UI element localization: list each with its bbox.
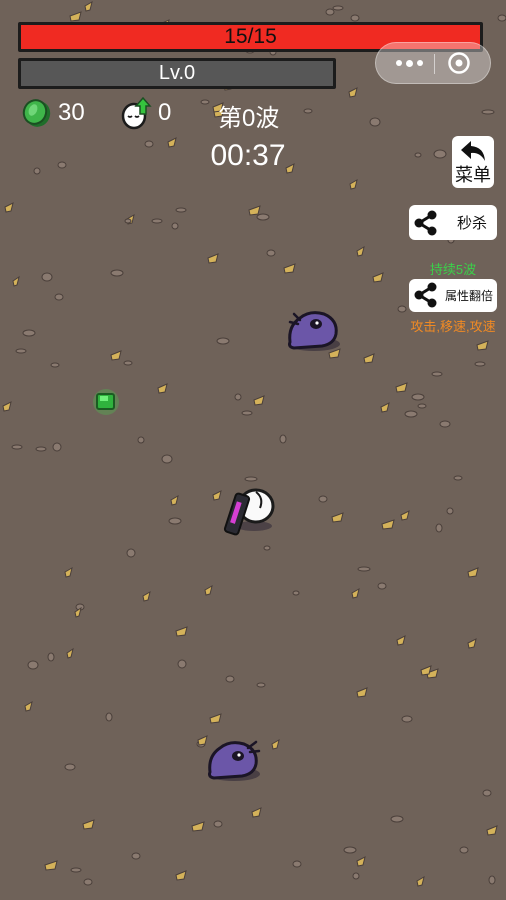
pebble <box>431 371 443 377</box>
pebble <box>439 420 451 428</box>
more-dot-icon <box>395 60 402 66</box>
pebble <box>482 789 492 797</box>
pebble <box>64 763 76 771</box>
pebble <box>263 545 271 551</box>
pebble <box>41 272 53 282</box>
pebble <box>256 682 266 688</box>
more-dot-icon <box>416 60 423 66</box>
pebble <box>52 442 62 452</box>
level-text: Lv.0 <box>158 62 196 84</box>
green-coin-icon <box>22 99 51 127</box>
pebble <box>474 361 486 367</box>
attribute-double-button[interactable]: 属性翻倍 <box>409 279 497 312</box>
coin-counter: 30 <box>22 96 85 130</box>
pebble <box>435 523 443 533</box>
experience-gem <box>93 389 119 415</box>
experience-bar: Lv.0 <box>18 58 336 89</box>
wave-label: 第0波 <box>218 105 280 132</box>
pebble <box>318 495 328 503</box>
pebble <box>352 872 360 880</box>
pebble <box>401 715 413 723</box>
share-icon <box>414 282 437 308</box>
pebble <box>47 652 55 662</box>
pebble <box>35 446 47 452</box>
pebble <box>234 393 242 401</box>
pebble <box>292 590 300 596</box>
pebble <box>213 820 223 828</box>
more-options-button[interactable] <box>386 43 432 83</box>
pebble <box>126 548 136 558</box>
pebble <box>177 659 187 669</box>
pebble <box>417 403 427 409</box>
pebble <box>123 360 133 366</box>
pebble <box>131 852 141 860</box>
attribute-note: 攻击,移速,攻速 <box>410 319 496 334</box>
pebble <box>15 348 27 354</box>
pebble <box>105 712 113 722</box>
pebble <box>404 410 418 418</box>
pebble <box>124 218 132 224</box>
pebble <box>171 222 179 230</box>
menu-button-label: 菜单 <box>455 165 491 185</box>
pebble <box>216 337 230 345</box>
attribute-double-label: 属性翻倍 <box>444 289 493 303</box>
pebble <box>488 875 496 885</box>
pebble <box>151 218 163 224</box>
pebble <box>27 660 39 670</box>
pebble <box>279 434 287 444</box>
egg-count: 0 <box>158 99 172 126</box>
back-arrow-icon <box>461 141 485 161</box>
pebble <box>481 109 495 115</box>
egg-upgrade-icon <box>121 96 152 130</box>
pebble <box>350 14 360 22</box>
pebble <box>453 475 463 481</box>
pebble <box>459 846 469 854</box>
pebble <box>137 436 145 444</box>
pebble <box>357 566 371 572</box>
pebble <box>411 393 425 401</box>
pebble <box>446 507 454 515</box>
pebble <box>241 410 253 416</box>
pebble <box>54 293 64 301</box>
pebble <box>83 878 93 886</box>
duration-note: 持续5波 <box>429 262 477 277</box>
pebble <box>70 867 82 873</box>
pebble <box>377 582 387 590</box>
pebble <box>110 269 124 277</box>
pebble <box>343 846 357 854</box>
pebble <box>266 249 276 257</box>
pebble <box>11 444 23 450</box>
coin-count: 30 <box>58 99 85 126</box>
pebble <box>390 815 404 823</box>
menu-button[interactable]: 菜单 <box>452 136 494 188</box>
instant-kill-button[interactable]: 秒杀 <box>409 205 497 240</box>
pebble <box>200 99 210 105</box>
pebble <box>22 329 36 337</box>
pebble <box>244 476 258 482</box>
pebble <box>50 362 60 368</box>
pebble <box>369 117 381 127</box>
pebble <box>332 5 344 11</box>
countdown-timer: 00:37 <box>210 139 286 172</box>
pebble <box>497 14 506 22</box>
capsule-divider <box>434 54 435 74</box>
instant-kill-label: 秒杀 <box>456 215 487 232</box>
pebble <box>292 860 302 868</box>
mini-program-capsule <box>375 42 491 84</box>
pebble <box>161 454 173 464</box>
pebble <box>303 108 313 114</box>
pebble <box>175 207 187 213</box>
share-icon <box>414 210 437 236</box>
pebble <box>225 675 235 683</box>
close-mini-program-button[interactable] <box>447 51 471 75</box>
pebble <box>256 213 270 221</box>
battlefield[interactable] <box>0 0 506 900</box>
egg-counter: 0 <box>120 96 171 130</box>
pebble <box>168 517 182 525</box>
pebble <box>325 8 335 16</box>
game-stage[interactable]: 15/15 Lv.0 30 0 第0波 00:37 菜单 秒杀 持续5波 属性翻… <box>0 0 506 900</box>
more-dot-icon <box>405 59 413 67</box>
pebble <box>397 305 407 313</box>
